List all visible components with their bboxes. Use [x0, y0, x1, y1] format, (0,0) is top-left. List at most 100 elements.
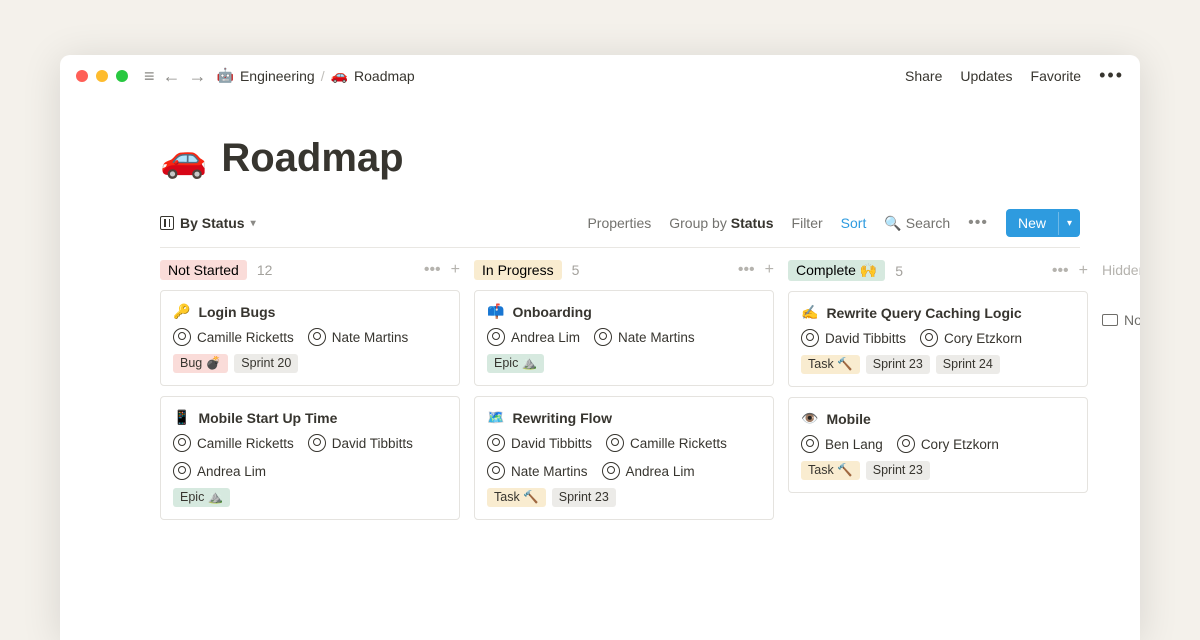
person: Andrea Lim [487, 328, 580, 346]
tag: Sprint 23 [552, 488, 616, 507]
person: Camille Ricketts [173, 434, 294, 452]
new-button[interactable]: New ▾ [1006, 209, 1080, 237]
minimize-window-button[interactable] [96, 70, 108, 82]
back-icon[interactable]: ← [163, 67, 181, 85]
breadcrumb-parent[interactable]: Engineering [240, 68, 315, 84]
page-title-text[interactable]: Roadmap [221, 136, 403, 181]
sidebar-toggle-icon[interactable]: ≡ [144, 67, 155, 85]
breadcrumb-page-icon: 🚗 [331, 67, 348, 84]
tag: Epic ⛰️ [487, 354, 544, 373]
person: Camille Ricketts [173, 328, 294, 346]
tag: Sprint 23 [866, 461, 930, 480]
column-name-tag[interactable]: In Progress [474, 260, 562, 280]
card-icon: ✍️ [801, 304, 818, 321]
avatar-icon [173, 434, 191, 452]
page-title-icon[interactable]: 🚗 [160, 137, 207, 181]
column-name-tag[interactable]: Complete 🙌 [788, 260, 885, 281]
person: David Tibbitts [308, 434, 413, 452]
person-name: Cory Etzkorn [921, 437, 999, 452]
board-card[interactable]: 👁️MobileBen LangCory EtzkornTask 🔨Sprint… [788, 397, 1088, 493]
share-button[interactable]: Share [905, 68, 942, 84]
board-card[interactable]: 🗺️Rewriting FlowDavid TibbittsCamille Ri… [474, 396, 774, 520]
person: Nate Martins [487, 462, 588, 480]
column-add-icon[interactable]: + [765, 261, 774, 279]
view-more-icon[interactable]: ••• [968, 214, 988, 232]
board-card[interactable]: 📫OnboardingAndrea LimNate MartinsEpic ⛰️ [474, 290, 774, 386]
avatar-icon [594, 328, 612, 346]
close-window-button[interactable] [76, 70, 88, 82]
card-tags: Epic ⛰️ [173, 488, 447, 507]
person-name: Andrea Lim [197, 464, 266, 479]
titlebar: ≡ ← → 🤖 Engineering / 🚗 Roadmap Share Up… [60, 55, 1140, 96]
board-card[interactable]: 📱Mobile Start Up TimeCamille RickettsDav… [160, 396, 460, 520]
overflow-area: Hidden No [1102, 260, 1140, 530]
person-name: Nate Martins [332, 330, 409, 345]
person-name: Andrea Lim [626, 464, 695, 479]
group-by-button[interactable]: Group by Status [669, 215, 773, 231]
tag: Sprint 24 [936, 355, 1000, 374]
person-name: Andrea Lim [511, 330, 580, 345]
properties-button[interactable]: Properties [587, 215, 651, 231]
board-column-in-progress: In Progress 5 ••• + 📫OnboardingAndrea Li… [474, 260, 774, 530]
card-icon: 📱 [173, 409, 190, 426]
breadcrumb: 🤖 Engineering / 🚗 Roadmap [217, 67, 415, 84]
person: Andrea Lim [173, 462, 266, 480]
card-people: Camille Ricketts David Tibbitts Andrea Lim [173, 434, 447, 480]
avatar-icon [801, 329, 819, 347]
person-name: David Tibbitts [511, 436, 592, 451]
maximize-window-button[interactable] [116, 70, 128, 82]
column-add-icon[interactable]: + [451, 261, 460, 279]
card-people: Andrea Lim Nate Martins [487, 328, 761, 346]
more-menu-icon[interactable]: ••• [1099, 65, 1124, 86]
tag: Task 🔨 [801, 461, 860, 480]
person: Andrea Lim [602, 462, 695, 480]
tag: Epic ⛰️ [173, 488, 230, 507]
board-card[interactable]: ✍️Rewrite Query Caching LogicDavid Tibbi… [788, 291, 1088, 387]
app-window: ≡ ← → 🤖 Engineering / 🚗 Roadmap Share Up… [60, 55, 1140, 640]
breadcrumb-page[interactable]: Roadmap [354, 68, 415, 84]
person: Ben Lang [801, 435, 883, 453]
column-name-tag[interactable]: Not Started [160, 260, 247, 280]
hidden-columns-label[interactable]: Hidden [1102, 260, 1140, 278]
forward-icon[interactable]: → [189, 67, 207, 85]
card-people: David TibbittsCory Etzkorn [801, 329, 1075, 347]
card-tags: Task 🔨 Sprint 23 [801, 461, 1075, 480]
avatar-icon [801, 435, 819, 453]
search-button[interactable]: 🔍 Search [884, 215, 950, 232]
page-content: 🚗 Roadmap By Status ▾ Properties Group b… [60, 96, 1140, 530]
breadcrumb-parent-icon: 🤖 [217, 67, 234, 84]
tag: Task 🔨 [487, 488, 546, 507]
new-dropdown-icon[interactable]: ▾ [1058, 212, 1080, 235]
sort-button[interactable]: Sort [841, 215, 867, 231]
card-people: Camille Ricketts Nate Martins [173, 328, 447, 346]
card-icon: 🔑 [173, 303, 190, 320]
column-header: In Progress 5 ••• + [474, 260, 774, 280]
board-card[interactable]: 🔑Login BugsCamille RickettsNate MartinsB… [160, 290, 460, 386]
column-more-icon[interactable]: ••• [1052, 262, 1069, 280]
avatar-icon [173, 462, 191, 480]
card-title-text: Mobile [826, 411, 870, 427]
column-add-icon[interactable]: + [1079, 262, 1088, 280]
tag: Bug 💣 [173, 354, 228, 373]
person: Nate Martins [594, 328, 695, 346]
view-name: By Status [180, 215, 245, 231]
column-more-icon[interactable]: ••• [738, 261, 755, 279]
person-name: Camille Ricketts [630, 436, 727, 451]
person-name: Camille Ricketts [197, 330, 294, 345]
person-name: Ben Lang [825, 437, 883, 452]
board-column-complete: Complete 🙌 5 ••• + ✍️Rewrite Query Cachi… [788, 260, 1088, 530]
person: David Tibbitts [801, 329, 906, 347]
view-selector[interactable]: By Status ▾ [160, 215, 256, 231]
person-name: David Tibbitts [825, 331, 906, 346]
card-tags: Bug 💣Sprint 20 [173, 354, 447, 373]
empty-group[interactable]: No [1102, 312, 1140, 328]
favorite-button[interactable]: Favorite [1031, 68, 1082, 84]
tag: Task 🔨 [801, 355, 860, 374]
updates-button[interactable]: Updates [960, 68, 1012, 84]
filter-button[interactable]: Filter [792, 215, 823, 231]
column-more-icon[interactable]: ••• [424, 261, 441, 279]
card-icon: 📫 [487, 303, 504, 320]
person-name: David Tibbitts [332, 436, 413, 451]
card-tags: Epic ⛰️ [487, 354, 761, 373]
person: Camille Ricketts [606, 434, 727, 452]
